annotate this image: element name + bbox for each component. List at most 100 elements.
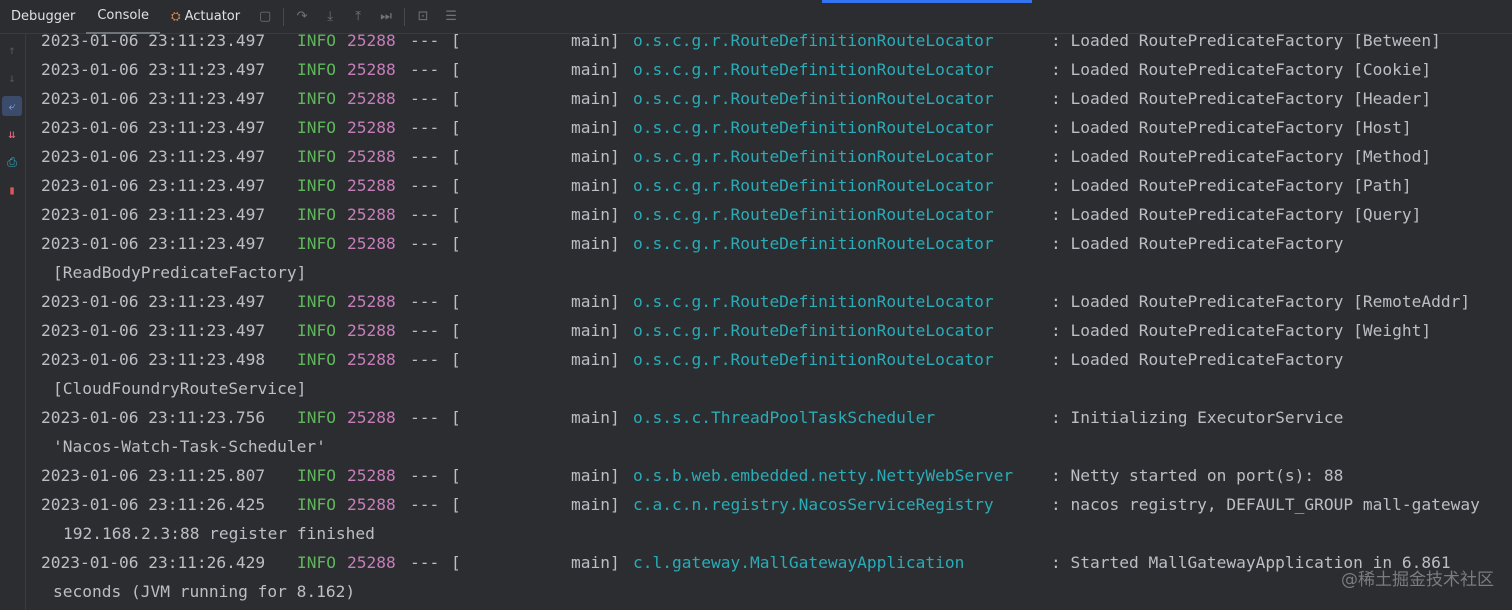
scroll-to-end-icon[interactable]: ⇊ [2,124,22,144]
log-message: : Loaded RoutePredicateFactory [Header] [1051,89,1432,108]
tab-debugger[interactable]: Debugger [0,0,86,34]
log-pid: 25288 [347,495,396,514]
tab-actuator[interactable]: ⛭ Actuator [160,0,251,34]
stop-icon[interactable]: ▢ [251,0,279,34]
log-thread: main] [571,495,620,514]
tab-console[interactable]: Console [86,0,160,34]
log-level: INFO [297,466,336,485]
print-icon[interactable]: ⎙ [2,152,22,172]
log-thread: main] [571,292,620,311]
step-into-icon[interactable]: ⤒ [344,0,372,34]
log-logger: o.s.c.g.r.RouteDefinitionRouteLocator [633,292,994,311]
log-timestamp: 2023-01-06 23:11:23.497 [41,60,266,79]
log-message: : Initializing ExecutorService [1051,408,1344,427]
log-thread-bracket: [ [451,553,461,572]
log-separator: --- [410,60,440,79]
log-separator: --- [410,118,440,137]
log-level: INFO [297,321,336,340]
rerun-icon[interactable]: ↷ [288,0,316,34]
log-timestamp: 2023-01-06 23:11:23.497 [41,89,266,108]
log-logger: o.s.c.g.r.RouteDefinitionRouteLocator [633,147,994,166]
log-timestamp: 2023-01-06 23:11:23.497 [41,118,266,137]
log-level: INFO [297,234,336,253]
log-thread-bracket: [ [451,234,461,253]
log-message: : Netty started on port(s): 88 [1051,466,1344,485]
tab-console-label: Console [97,8,149,23]
step-over-icon[interactable]: ⤓ [316,0,344,34]
scroll-down-icon[interactable]: ↓ [2,68,22,88]
log-message: : Loaded RoutePredicateFactory [Path] [1051,176,1412,195]
log-timestamp: 2023-01-06 23:11:23.756 [41,408,266,427]
log-pid: 25288 [347,176,396,195]
log-level: INFO [297,205,336,224]
log-logger: o.s.c.g.r.RouteDefinitionRouteLocator [633,118,994,137]
evaluate-icon[interactable]: ⊡ [409,0,437,34]
log-continuation-text: [CloudFoundryRouteService] [53,379,307,398]
log-separator: --- [410,205,440,224]
log-thread-bracket: [ [451,89,461,108]
log-pid: 25288 [347,89,396,108]
log-thread: main] [571,176,620,195]
log-level: INFO [297,60,336,79]
log-separator: --- [410,466,440,485]
log-continuation-text: 'Nacos-Watch-Task-Scheduler' [53,437,326,456]
log-timestamp: 2023-01-06 23:11:23.497 [41,292,266,311]
log-message: : Loaded RoutePredicateFactory [Host] [1051,118,1412,137]
log-separator: --- [410,553,440,572]
log-level: INFO [297,34,336,50]
soft-wrap-icon[interactable]: ⤶ [2,96,22,116]
log-separator: --- [410,495,440,514]
log-separator: --- [410,234,440,253]
log-timestamp: 2023-01-06 23:11:23.497 [41,176,266,195]
log-thread-bracket: [ [451,495,461,514]
log-thread: main] [571,34,620,50]
log-message: : Loaded RoutePredicateFactory [Weight] [1051,321,1432,340]
log-timestamp: 2023-01-06 23:11:26.425 [41,495,266,514]
log-pid: 25288 [347,292,396,311]
log-thread-bracket: [ [451,466,461,485]
log-message: : Loaded RoutePredicateFactory [Query] [1051,205,1422,224]
log-level: INFO [297,89,336,108]
clear-all-icon[interactable]: ▮ [2,180,22,200]
log-logger: o.s.c.g.r.RouteDefinitionRouteLocator [633,60,994,79]
run-to-cursor-icon[interactable]: ⏭ [372,0,400,34]
log-logger: o.s.c.g.r.RouteDefinitionRouteLocator [633,176,994,195]
log-thread: main] [571,147,620,166]
scroll-up-icon[interactable]: ↑ [2,40,22,60]
log-message: : Loaded RoutePredicateFactory [Cookie] [1051,60,1432,79]
more-icon[interactable]: ☰ [437,0,465,34]
log-level: INFO [297,147,336,166]
log-thread-bracket: [ [451,147,461,166]
log-timestamp: 2023-01-06 23:11:26.429 [41,553,266,572]
log-thread: main] [571,553,620,572]
log-thread: main] [571,118,620,137]
log-thread-bracket: [ [451,205,461,224]
log-continuation-text: seconds (JVM running for 8.162) [53,582,356,601]
log-pid: 25288 [347,321,396,340]
log-logger: c.a.c.n.registry.NacosServiceRegistry [633,495,994,514]
log-pid: 25288 [347,234,396,253]
log-continuation-text: 192.168.2.3:88 register finished [63,524,375,543]
log-timestamp: 2023-01-06 23:11:23.497 [41,321,266,340]
log-level: INFO [297,118,336,137]
log-logger: o.s.c.g.r.RouteDefinitionRouteLocator [633,205,994,224]
debug-toolbar: Debugger Console ⛭ Actuator ▢ ↷ ⤓ ⤒ ⏭ ⊡ ☰ [0,0,1512,34]
log-logger: o.s.b.web.embedded.netty.NettyWebServer [633,466,1014,485]
log-message: : Loaded RoutePredicateFactory [Between] [1051,34,1441,50]
console-gutter: ↑ ↓ ⤶ ⇊ ⎙ ▮ [0,34,26,610]
console-output[interactable]: 2023-01-06 23:11:23.497 INFO 25288 --- [ main… [27,34,1512,610]
log-thread: main] [571,350,620,369]
log-thread: main] [571,234,620,253]
log-message: : Loaded RoutePredicateFactory [1051,234,1344,253]
log-logger: o.s.c.g.r.RouteDefinitionRouteLocator [633,34,994,50]
log-pid: 25288 [347,553,396,572]
log-thread-bracket: [ [451,176,461,195]
log-separator: --- [410,176,440,195]
log-separator: --- [410,34,440,50]
actuator-icon: ⛭ [170,9,181,23]
log-thread-bracket: [ [451,118,461,137]
log-thread: main] [571,408,620,427]
log-pid: 25288 [347,147,396,166]
log-timestamp: 2023-01-06 23:11:25.807 [41,466,266,485]
log-timestamp: 2023-01-06 23:11:23.497 [41,34,266,50]
